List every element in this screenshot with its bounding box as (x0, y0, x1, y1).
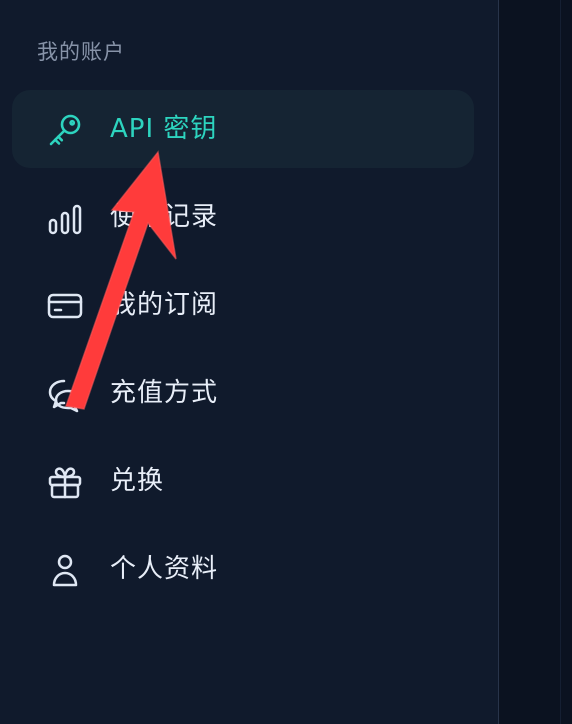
credit-card-icon (46, 287, 84, 325)
content-divider (560, 0, 561, 724)
sidebar-item-label: 使用记录 (110, 202, 219, 232)
main-content-edge (499, 0, 572, 724)
section-title: 我的账户 (37, 40, 125, 64)
user-icon (46, 551, 84, 589)
chat-bubbles-icon (46, 375, 84, 413)
account-page: 我的账户 API 密钥 使用记录 我的订阅 充值方式 兑换 个人资料 (0, 0, 572, 724)
sidebar-item-label: 兑换 (110, 466, 165, 496)
gift-icon (46, 463, 84, 501)
sidebar-item-redeem[interactable]: 兑换 (12, 442, 474, 520)
sidebar-item-label: 个人资料 (110, 554, 219, 584)
sidebar-item-usage-records[interactable]: 使用记录 (12, 178, 474, 256)
sidebar-item-label: 充值方式 (110, 378, 219, 408)
sidebar-item-subscriptions[interactable]: 我的订阅 (12, 266, 474, 344)
sidebar-item-profile[interactable]: 个人资料 (12, 530, 474, 608)
sidebar-item-api-keys[interactable]: API 密钥 (12, 90, 474, 168)
sidebar-item-label: API 密钥 (110, 114, 218, 144)
sidebar-item-payment-methods[interactable]: 充值方式 (12, 354, 474, 432)
key-icon (46, 111, 84, 149)
account-sidebar: 我的账户 API 密钥 使用记录 我的订阅 充值方式 兑换 个人资料 (0, 0, 498, 724)
sidebar-item-label: 我的订阅 (110, 290, 219, 320)
bar-chart-icon (46, 199, 84, 237)
